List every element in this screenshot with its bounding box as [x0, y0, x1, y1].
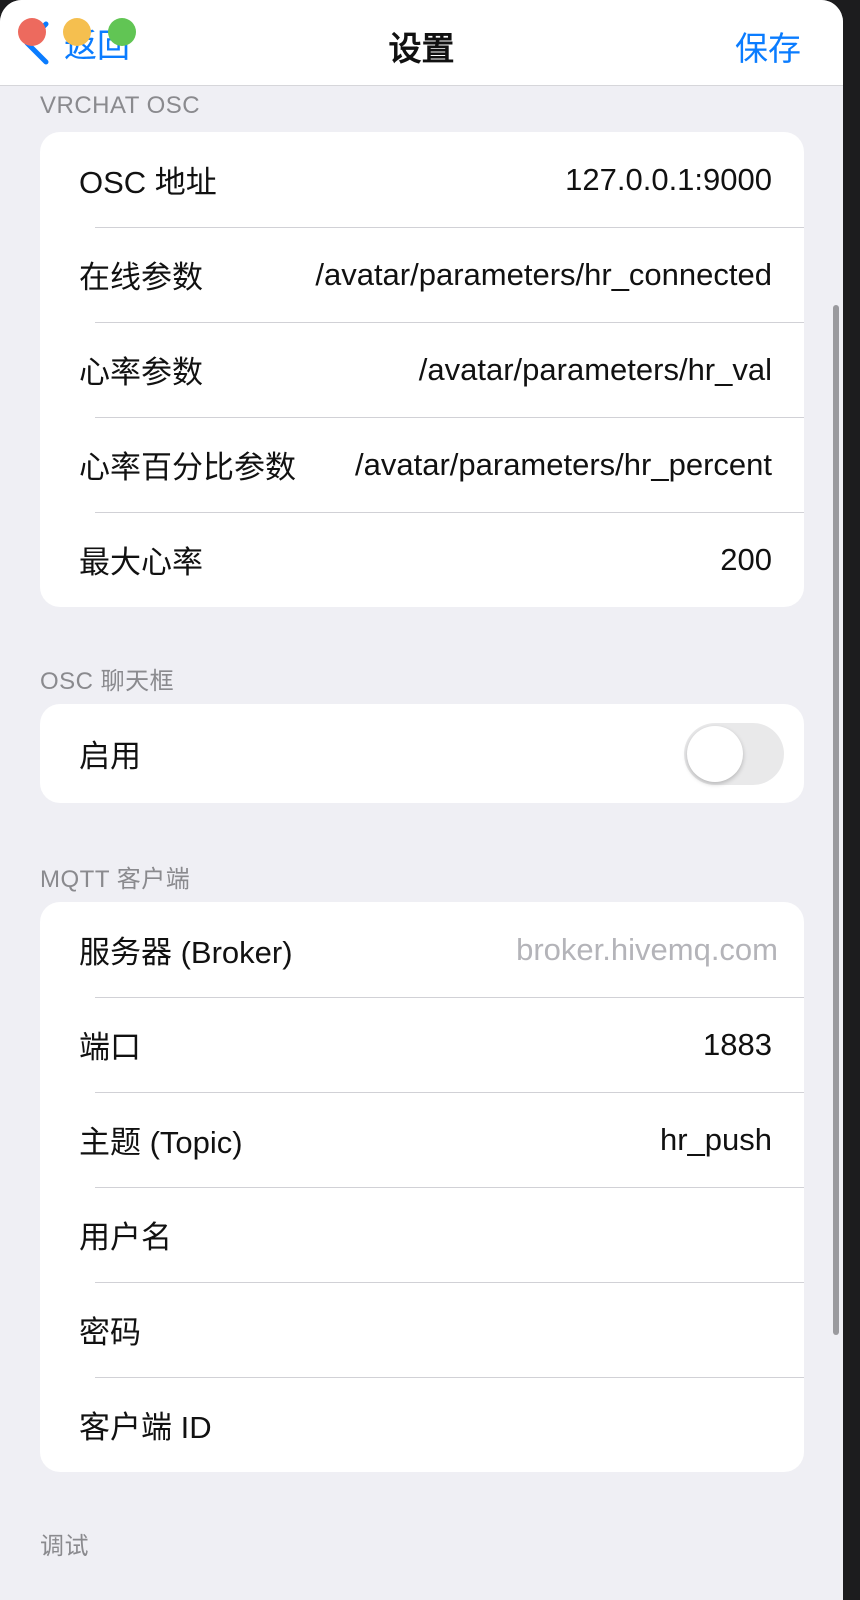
topic-input[interactable]: hr_push: [660, 1122, 772, 1158]
toggle-knob: [687, 725, 743, 782]
broker-input[interactable]: broker.hivemq.com: [516, 932, 778, 968]
chatbox-enable-label: 启用: [79, 739, 141, 774]
online-param-label: 在线参数: [79, 260, 203, 295]
settings-list[interactable]: VRCHAT OSC OSC 地址 127.0.0.1:9000 在线参数 /a…: [0, 86, 843, 1600]
vrchat-osc-card: OSC 地址 127.0.0.1:9000 在线参数 /avatar/param…: [40, 132, 804, 607]
port-input[interactable]: 1883: [703, 1027, 772, 1063]
chatbox-enable-toggle[interactable]: [684, 722, 784, 785]
heart-rate-param-label: 心率参数: [79, 355, 203, 390]
client-id-row[interactable]: 客户端 ID: [40, 1377, 804, 1472]
heart-rate-percent-param-value[interactable]: /avatar/parameters/hr_percent: [355, 447, 772, 483]
port-label: 端口: [79, 1030, 141, 1065]
osc-address-row[interactable]: OSC 地址 127.0.0.1:9000: [40, 132, 804, 227]
osc-address-label: OSC 地址: [79, 165, 217, 200]
broker-label: 服务器 (Broker): [79, 935, 293, 970]
osc-chatbox-card: 启用: [40, 704, 804, 803]
topic-label: 主题 (Topic): [79, 1125, 243, 1160]
section-header-vrchat-osc: VRCHAT OSC: [40, 92, 201, 119]
max-heart-rate-label: 最大心率: [79, 545, 203, 580]
heart-rate-percent-param-row[interactable]: 心率百分比参数 /avatar/parameters/hr_percent: [40, 417, 804, 512]
save-button[interactable]: 保存: [735, 22, 801, 70]
vertical-scrollbar[interactable]: [833, 305, 839, 1335]
page-title: 设置: [388, 30, 455, 67]
online-param-row[interactable]: 在线参数 /avatar/parameters/hr_connected: [40, 227, 804, 322]
mqtt-card: 服务器 (Broker) broker.hivemq.com 端口 1883 主…: [40, 902, 804, 1472]
password-label: 密码: [79, 1315, 141, 1350]
navigation-bar: 返回 设置 保存: [0, 0, 843, 86]
osc-address-value[interactable]: 127.0.0.1:9000: [565, 162, 772, 198]
heart-rate-percent-param-label: 心率百分比参数: [79, 450, 296, 485]
heart-rate-param-row[interactable]: 心率参数 /avatar/parameters/hr_val: [40, 322, 804, 417]
username-label: 用户名: [79, 1220, 172, 1255]
settings-window: 返回 设置 保存 VRCHAT OSC OSC 地址 127.0.0.1:900…: [0, 0, 843, 1600]
section-header-debug: 调试: [40, 1533, 89, 1560]
online-param-value[interactable]: /avatar/parameters/hr_connected: [315, 257, 772, 293]
max-heart-rate-row[interactable]: 最大心率 200: [40, 512, 804, 607]
heart-rate-param-value[interactable]: /avatar/parameters/hr_val: [419, 352, 772, 388]
chatbox-enable-row: 启用: [40, 704, 804, 803]
section-header-osc-chatbox: OSC 聊天框: [40, 668, 175, 695]
port-row[interactable]: 端口 1883: [40, 997, 804, 1092]
topic-row[interactable]: 主题 (Topic) hr_push: [40, 1092, 804, 1187]
client-id-label: 客户端 ID: [79, 1410, 212, 1445]
password-row[interactable]: 密码: [40, 1282, 804, 1377]
broker-row[interactable]: 服务器 (Broker) broker.hivemq.com: [40, 902, 804, 997]
max-heart-rate-value[interactable]: 200: [720, 542, 772, 578]
username-row[interactable]: 用户名: [40, 1187, 804, 1282]
section-header-mqtt: MQTT 客户端: [40, 866, 191, 893]
